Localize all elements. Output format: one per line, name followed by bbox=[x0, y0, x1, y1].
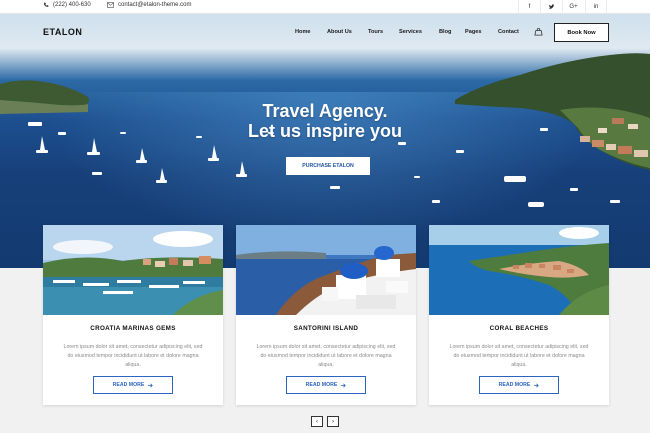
book-now-button[interactable]: Book Now bbox=[554, 23, 609, 42]
shopping-bag-icon[interactable] bbox=[534, 27, 543, 36]
card-description: Lorem ipsum dolor sit amet, consectetur … bbox=[256, 344, 396, 368]
nav-item-home[interactable]: Home bbox=[295, 29, 311, 35]
arrow-right-icon bbox=[148, 383, 154, 387]
nav-item-pages[interactable]: Pages bbox=[465, 29, 481, 35]
card-title[interactable]: SANTORINI ISLAND bbox=[236, 325, 416, 332]
main-navigation: ETALON Home About Us Tours Services Blog… bbox=[0, 14, 650, 50]
purchase-button[interactable]: PURCHASE ETALON bbox=[286, 157, 370, 175]
tour-card-croatia: CROATIA MARINAS GEMS Lorem ipsum dolor s… bbox=[43, 225, 223, 405]
email-address: contact@etalon-theme.com bbox=[118, 2, 192, 8]
marina-photo bbox=[43, 225, 223, 315]
top-bar: (222) 400-630 contact@etalon-theme.com f… bbox=[0, 0, 650, 14]
read-more-button[interactable]: READ MORE bbox=[479, 376, 559, 394]
site-logo[interactable]: ETALON bbox=[43, 27, 82, 37]
tour-card-coral: CORAL BEACHES Lorem ipsum dolor sit amet… bbox=[429, 225, 609, 405]
nav-item-services[interactable]: Services bbox=[399, 29, 422, 35]
hero-title-line1: Travel Agency. bbox=[262, 101, 388, 121]
envelope-icon bbox=[107, 2, 114, 8]
phone-contact[interactable]: (222) 400-630 bbox=[43, 2, 91, 8]
santorini-photo bbox=[236, 225, 416, 315]
nav-item-about-us[interactable]: About Us bbox=[327, 29, 352, 35]
next-page-button[interactable]: › bbox=[327, 416, 339, 427]
facebook-icon[interactable]: f bbox=[518, 0, 540, 14]
card-description: Lorem ipsum dolor sit amet, consectetur … bbox=[63, 344, 203, 368]
nav-item-blog[interactable]: Blog bbox=[439, 29, 451, 35]
google-plus-glyph: G+ bbox=[569, 4, 578, 10]
linkedin-glyph: in bbox=[593, 4, 599, 10]
nav-item-contact[interactable]: Contact bbox=[498, 29, 519, 35]
read-more-label: READ MORE bbox=[112, 382, 145, 388]
phone-number: (222) 400-630 bbox=[53, 2, 91, 8]
coral-beach-photo bbox=[429, 225, 609, 315]
read-more-label: READ MORE bbox=[498, 382, 531, 388]
read-more-label: READ MORE bbox=[305, 382, 338, 388]
tour-card-santorini: SANTORINI ISLAND Lorem ipsum dolor sit a… bbox=[236, 225, 416, 405]
nav-item-tours[interactable]: Tours bbox=[368, 29, 383, 35]
linkedin-icon[interactable]: in bbox=[585, 0, 607, 14]
twitter-icon[interactable] bbox=[540, 0, 562, 14]
card-image-santorini[interactable] bbox=[236, 225, 416, 315]
google-plus-icon[interactable]: G+ bbox=[562, 0, 584, 14]
phone-icon bbox=[43, 2, 49, 7]
prev-page-button[interactable]: ‹ bbox=[311, 416, 323, 427]
card-image-coral[interactable] bbox=[429, 225, 609, 315]
card-title[interactable]: CORAL BEACHES bbox=[429, 325, 609, 332]
chevron-right-icon: › bbox=[332, 418, 334, 425]
card-title[interactable]: CROATIA MARINAS GEMS bbox=[43, 325, 223, 332]
read-more-button[interactable]: READ MORE bbox=[93, 376, 173, 394]
email-contact[interactable]: contact@etalon-theme.com bbox=[107, 2, 191, 8]
arrow-right-icon bbox=[534, 383, 540, 387]
card-image-croatia[interactable] bbox=[43, 225, 223, 315]
read-more-button[interactable]: READ MORE bbox=[286, 376, 366, 394]
card-description: Lorem ipsum dolor sit amet, consectetur … bbox=[449, 344, 589, 368]
twitter-bird-icon bbox=[548, 4, 555, 9]
chevron-left-icon: ‹ bbox=[316, 418, 318, 425]
hero-title-line2: Let us inspire you bbox=[247, 121, 403, 141]
facebook-glyph: f bbox=[528, 4, 531, 10]
arrow-right-icon bbox=[341, 383, 347, 387]
